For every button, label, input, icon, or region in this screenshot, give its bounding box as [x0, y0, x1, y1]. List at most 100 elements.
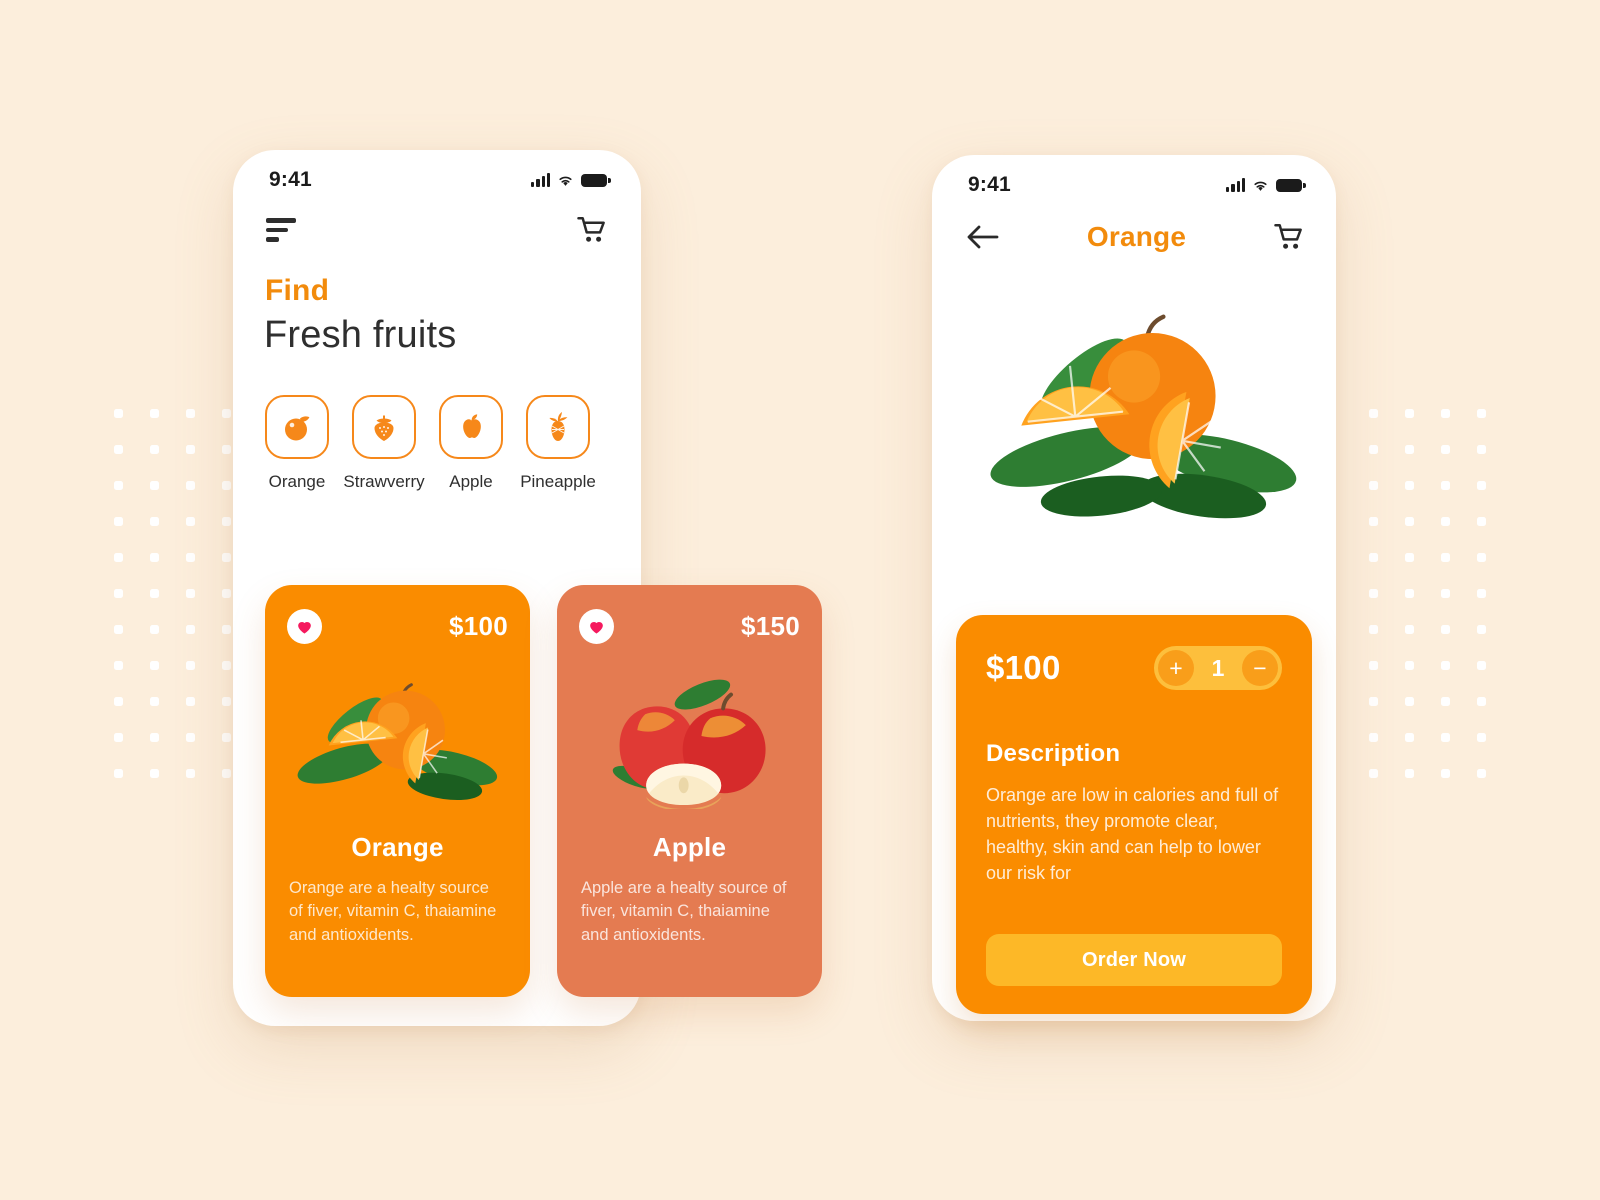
category-item-pineapple[interactable]: Pineapple	[520, 395, 596, 492]
background-dot	[1404, 588, 1414, 598]
background-dot	[1440, 768, 1450, 778]
background-dot	[149, 588, 159, 598]
background-dot	[1476, 588, 1486, 598]
background-dot	[113, 444, 123, 454]
background-dot	[1476, 732, 1486, 742]
category-chip	[526, 395, 590, 459]
background-dot	[1368, 444, 1378, 454]
background-dot	[113, 480, 123, 490]
category-item-orange[interactable]: Orange	[264, 395, 330, 492]
orange-fruit-photo	[297, 683, 497, 801]
hamburger-menu-icon[interactable]	[266, 218, 296, 242]
background-dot	[113, 768, 123, 778]
background-dot	[221, 660, 231, 670]
background-dot	[149, 408, 159, 418]
background-dot	[149, 480, 159, 490]
status-icons	[1226, 178, 1306, 192]
background-dot	[1404, 624, 1414, 634]
background-dot-grid-left	[100, 395, 244, 791]
background-dot	[149, 552, 159, 562]
apple-fruit-photo	[612, 679, 766, 809]
background-dot-grid-right	[1355, 395, 1499, 791]
product-description: Apple are a healty source of fiver, vita…	[581, 879, 787, 944]
background-dot	[221, 732, 231, 742]
background-dot	[1440, 480, 1450, 490]
background-dot	[1476, 444, 1486, 454]
background-dot	[113, 588, 123, 598]
product-card-top: $150	[579, 609, 800, 644]
category-list: Orange Strawverry Apple Pineapple	[233, 357, 641, 492]
background-dot	[185, 660, 195, 670]
wifi-icon	[1254, 181, 1267, 191]
background-dot	[149, 444, 159, 454]
home-screen: 9:41 Find Fresh fruits Orange Strawverry…	[233, 150, 822, 1026]
favorite-button[interactable]	[287, 609, 322, 644]
background-dot	[185, 444, 195, 454]
background-dot	[1476, 516, 1486, 526]
category-item-strawverry[interactable]: Strawverry	[343, 395, 425, 492]
background-dot	[1476, 552, 1486, 562]
background-dot	[221, 768, 231, 778]
background-dot	[113, 696, 123, 706]
product-card-top: $100	[287, 609, 508, 644]
detail-screen: 9:41 Orange $100 + 1 − Description Orang…	[932, 155, 1336, 1021]
background-dot	[1368, 660, 1378, 670]
background-dot	[1476, 768, 1486, 778]
background-dot	[149, 660, 159, 670]
background-dot	[185, 480, 195, 490]
background-dot	[185, 624, 195, 634]
signal-bars-icon	[1226, 178, 1245, 192]
background-dot	[1404, 696, 1414, 706]
phone-detail-screen: 9:41 Orange $100 + 1 − Description Orang…	[932, 155, 1336, 1021]
product-card-list: $100 Orange Orange are a healty source o…	[265, 585, 822, 997]
background-dot	[113, 408, 123, 418]
background-dot	[221, 696, 231, 706]
category-item-apple[interactable]: Apple	[438, 395, 504, 492]
order-now-button[interactable]: Order Now	[986, 934, 1282, 987]
background-dot	[1368, 408, 1378, 418]
heart-filled-icon	[590, 622, 603, 634]
background-dot	[1440, 588, 1450, 598]
quantity-value: 1	[1211, 654, 1225, 681]
battery-full-icon	[1276, 178, 1306, 192]
background-dot	[113, 624, 123, 634]
decrement-button[interactable]: −	[1242, 650, 1278, 686]
background-dot	[221, 408, 231, 418]
background-dot	[149, 696, 159, 706]
category-label: Apple	[449, 472, 493, 491]
background-dot	[1440, 516, 1450, 526]
background-dot	[1368, 624, 1378, 634]
product-card-orange[interactable]: $100 Orange Orange are a healty source o…	[265, 585, 530, 997]
background-dot	[185, 516, 195, 526]
shopping-cart-icon[interactable]	[577, 216, 607, 244]
background-dot	[221, 480, 231, 490]
background-dot	[149, 624, 159, 634]
product-description: Orange are a healty source of fiver, vit…	[289, 879, 497, 944]
product-name: Apple	[652, 832, 727, 862]
status-time: 9:41	[269, 168, 312, 191]
background-dot	[149, 768, 159, 778]
background-dot	[1368, 768, 1378, 778]
background-dot	[1368, 516, 1378, 526]
background-dot	[113, 552, 123, 562]
background-dot	[1440, 660, 1450, 670]
page-eyebrow: Find	[265, 274, 330, 307]
detail-price: $100	[986, 649, 1061, 686]
status-icons	[531, 173, 611, 187]
background-dot	[1476, 660, 1486, 670]
background-dot	[1440, 696, 1450, 706]
background-dot	[221, 588, 231, 598]
quantity-stepper[interactable]: + 1 −	[1154, 646, 1282, 690]
product-card-apple[interactable]: $150 Apple Apple are a healty source of …	[557, 585, 822, 997]
arrow-left-icon[interactable]	[966, 224, 999, 250]
favorite-button[interactable]	[579, 609, 614, 644]
description-heading: Description	[986, 740, 1121, 767]
status-bar: 9:41	[932, 155, 1336, 199]
increment-button[interactable]: +	[1158, 650, 1194, 686]
description-body: Orange are low in calories and full of n…	[986, 785, 1279, 884]
background-dot	[1368, 588, 1378, 598]
background-dot	[221, 552, 231, 562]
shopping-cart-icon[interactable]	[1274, 223, 1304, 251]
background-dot	[1404, 552, 1414, 562]
background-dot	[1404, 516, 1414, 526]
